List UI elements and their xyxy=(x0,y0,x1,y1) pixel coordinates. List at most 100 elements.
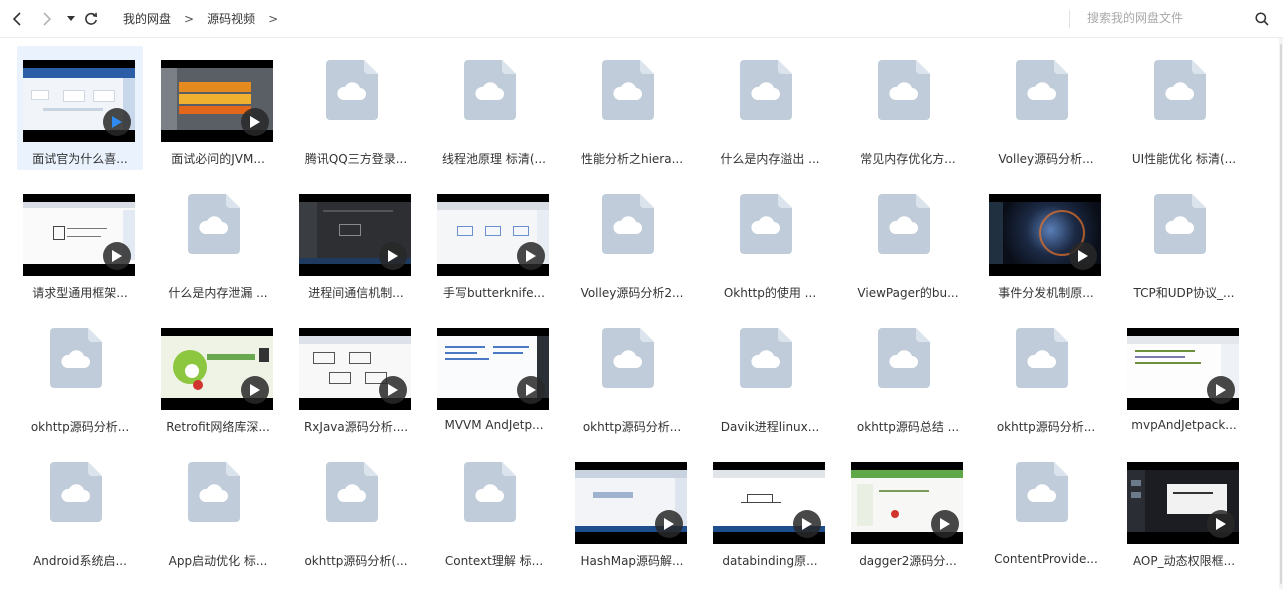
video-file-tile[interactable]: MVVM AndJetp... xyxy=(431,314,557,438)
cloud-file-icon xyxy=(50,328,102,388)
file-tile[interactable]: okhttp源码分析... xyxy=(569,314,695,438)
search-icon[interactable] xyxy=(1255,11,1269,30)
cloud-file-icon xyxy=(740,328,792,388)
video-file-tile[interactable]: AOP_动态权限框... xyxy=(1121,448,1247,572)
file-name-label: databinding原... xyxy=(722,554,818,568)
refresh-icon[interactable] xyxy=(81,9,101,29)
file-tile[interactable]: App启动优化 标... xyxy=(155,448,281,572)
play-icon[interactable] xyxy=(1207,376,1235,404)
file-tile[interactable]: Davik进程linux... xyxy=(707,314,833,438)
play-icon[interactable] xyxy=(517,242,545,270)
file-tile[interactable]: 什么是内存泄漏 ... xyxy=(155,180,281,304)
cloud-file-icon xyxy=(602,194,654,254)
file-name-label: okhttp源码分析... xyxy=(30,420,130,434)
file-name-label: AOP_动态权限框... xyxy=(1132,554,1236,568)
cloud-file-icon xyxy=(740,194,792,254)
breadcrumb-separator: > xyxy=(268,11,279,26)
file-tile[interactable]: okhttp源码分析... xyxy=(983,314,1109,438)
file-tile[interactable]: 常见内存优化方... xyxy=(845,46,971,170)
play-icon[interactable] xyxy=(241,376,269,404)
toolbar: 我的网盘 > 源码视频 > xyxy=(0,0,1283,38)
video-file-tile[interactable]: Retrofit网络库深... xyxy=(155,314,281,438)
back-arrow-icon[interactable] xyxy=(7,9,27,29)
video-file-tile[interactable]: 面试官为什么喜... xyxy=(17,46,143,170)
file-tile[interactable]: Volley源码分析... xyxy=(983,46,1109,170)
file-tile[interactable]: Volley源码分析2... xyxy=(569,180,695,304)
file-tile[interactable]: Okhttp的使用 ... xyxy=(707,180,833,304)
file-name-label: 请求型通用框架... xyxy=(32,286,128,300)
video-thumbnail xyxy=(299,194,411,276)
video-file-tile[interactable]: HashMap源码解... xyxy=(569,448,695,572)
file-name-label: Volley源码分析2... xyxy=(580,286,684,300)
video-file-tile[interactable]: dagger2源码分... xyxy=(845,448,971,572)
video-thumbnail xyxy=(23,60,135,142)
play-icon[interactable] xyxy=(379,242,407,270)
file-tile[interactable]: okhttp源码分析(... xyxy=(293,448,419,572)
file-name-label: MVVM AndJetp... xyxy=(444,418,544,432)
breadcrumb-item-current[interactable]: 源码视频 xyxy=(207,10,255,27)
file-name-label: UI性能优化 标清(... xyxy=(1131,152,1237,166)
file-name-label: 常见内存优化方... xyxy=(860,152,956,166)
play-icon[interactable] xyxy=(103,108,131,136)
play-icon[interactable] xyxy=(379,376,407,404)
file-name-label: 事件分发机制原... xyxy=(998,286,1094,300)
cloud-file-icon xyxy=(50,462,102,522)
video-file-tile[interactable]: RxJava源码分析.... xyxy=(293,314,419,438)
file-tile[interactable]: okhttp源码分析... xyxy=(17,314,143,438)
play-icon[interactable] xyxy=(931,510,959,538)
file-name-label: HashMap源码解... xyxy=(580,554,684,568)
play-icon[interactable] xyxy=(241,108,269,136)
file-tile[interactable]: Context理解 标... xyxy=(431,448,557,572)
video-file-tile[interactable]: 请求型通用框架... xyxy=(17,180,143,304)
search-input[interactable] xyxy=(1087,11,1247,25)
file-tile[interactable]: Android系统启... xyxy=(17,448,143,572)
play-icon[interactable] xyxy=(103,242,131,270)
file-tile[interactable]: UI性能优化 标清(... xyxy=(1121,46,1247,170)
scrollbar-thumb[interactable] xyxy=(1280,44,1282,584)
file-name-label: 面试必问的JVM... xyxy=(171,152,265,166)
play-icon[interactable] xyxy=(655,510,683,538)
cloud-file-icon xyxy=(326,60,378,120)
file-name-label: ViewPager的bu... xyxy=(857,286,959,300)
video-thumbnail xyxy=(575,462,687,544)
file-name-label: 什么是内存泄漏 ... xyxy=(168,286,268,300)
file-tile[interactable]: 腾讯QQ三方登录... xyxy=(293,46,419,170)
cloud-file-icon xyxy=(878,328,930,388)
file-name-label: 线程池原理 标清(... xyxy=(442,152,546,166)
file-tile[interactable]: 线程池原理 标清(... xyxy=(431,46,557,170)
cloud-file-icon xyxy=(1016,462,1068,522)
video-file-tile[interactable]: 面试必问的JVM... xyxy=(155,46,281,170)
video-file-tile[interactable]: databinding原... xyxy=(707,448,833,572)
play-icon[interactable] xyxy=(1069,242,1097,270)
file-name-label: dagger2源码分... xyxy=(859,554,957,568)
video-file-tile[interactable]: 事件分发机制原... xyxy=(983,180,1109,304)
file-tile[interactable]: ViewPager的bu... xyxy=(845,180,971,304)
file-tile[interactable]: 什么是内存溢出 ... xyxy=(707,46,833,170)
file-tile[interactable]: TCP和UDP协议_... xyxy=(1121,180,1247,304)
file-tile[interactable]: 性能分析之hiera... xyxy=(569,46,695,170)
video-file-tile[interactable]: 进程间通信机制... xyxy=(293,180,419,304)
play-icon[interactable] xyxy=(517,376,545,404)
file-tile[interactable]: ContentProvide... xyxy=(983,448,1109,572)
video-thumbnail xyxy=(851,462,963,544)
cloud-file-icon xyxy=(1154,60,1206,120)
play-icon[interactable] xyxy=(793,510,821,538)
file-name-label: App启动优化 标... xyxy=(168,554,268,568)
file-name-label: 手写butterknife... xyxy=(443,286,545,300)
video-file-tile[interactable]: mvpAndJetpack... xyxy=(1121,314,1247,438)
video-thumbnail xyxy=(1127,462,1239,544)
video-file-tile[interactable]: 手写butterknife... xyxy=(431,180,557,304)
file-tile[interactable]: okhttp源码总结 ... xyxy=(845,314,971,438)
breadcrumb-separator: > xyxy=(184,11,195,26)
cloud-file-icon xyxy=(188,462,240,522)
forward-arrow-icon[interactable] xyxy=(37,9,57,29)
file-name-label: Retrofit网络库深... xyxy=(166,420,270,434)
breadcrumb-item-root[interactable]: 我的网盘 xyxy=(123,10,171,27)
file-name-label: 进程间通信机制... xyxy=(308,286,404,300)
history-dropdown-icon[interactable] xyxy=(61,9,81,29)
file-name-label: Davik进程linux... xyxy=(720,420,820,434)
file-name-label: 面试官为什么喜... xyxy=(32,152,128,166)
file-name-label: okhttp源码分析... xyxy=(996,420,1096,434)
file-name-label: 腾讯QQ三方登录... xyxy=(304,152,408,166)
play-icon[interactable] xyxy=(1207,510,1235,538)
